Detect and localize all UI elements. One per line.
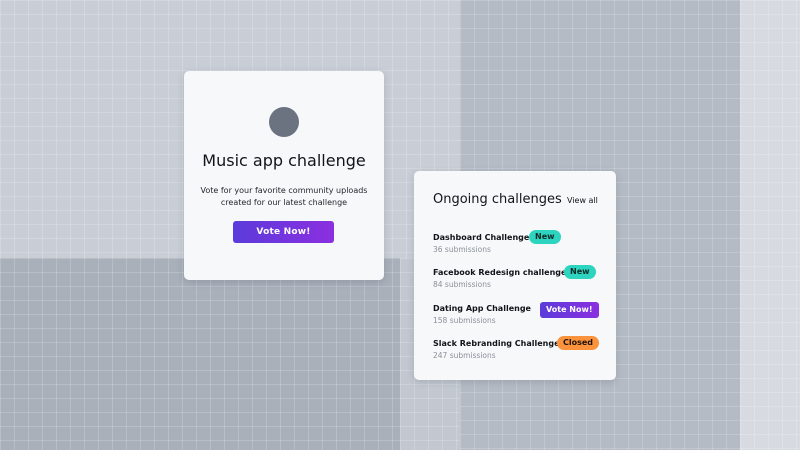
submission-count: 247 submissions (433, 351, 496, 360)
status-badge: Closed (557, 336, 600, 350)
vote-now-button[interactable]: Vote Now! (540, 302, 599, 318)
challenge-name: Slack Rebranding Challenge (433, 339, 560, 348)
submission-count: 36 submissions (433, 245, 491, 254)
challenge-name: Facebook Redesign challenge (433, 268, 567, 277)
background-panel (740, 0, 800, 450)
challenge-name: Dashboard Challenge (433, 233, 530, 242)
background-panel (0, 258, 400, 450)
ongoing-challenges-card: Ongoing challenges View all Dashboard Ch… (414, 171, 616, 380)
status-badge: New (529, 230, 561, 244)
music-challenge-card: Music app challenge Vote for your favori… (184, 71, 384, 280)
challenge-list-item[interactable]: Dating App Challenge 158 submissions Vot… (433, 302, 603, 328)
view-all-link[interactable]: View all (567, 196, 598, 205)
challenge-list-item[interactable]: Facebook Redesign challenge 84 submissio… (433, 265, 603, 292)
status-badge: New (564, 265, 596, 279)
card-description: Vote for your favorite community uploads… (194, 185, 374, 209)
vote-now-button[interactable]: Vote Now! (233, 221, 334, 243)
challenge-list-item[interactable]: Slack Rebranding Challenge 247 submissio… (433, 336, 603, 363)
card-title: Music app challenge (202, 151, 366, 170)
avatar (269, 107, 299, 137)
card-description-line: created for our latest challenge (220, 198, 348, 207)
section-title: Ongoing challenges (433, 192, 562, 207)
card-description-line: Vote for your favorite community uploads (200, 186, 368, 195)
submission-count: 84 submissions (433, 280, 491, 289)
challenge-list-item[interactable]: Dashboard Challenge 36 submissions New (433, 230, 603, 257)
submission-count: 158 submissions (433, 316, 496, 325)
challenge-name: Dating App Challenge (433, 304, 531, 313)
